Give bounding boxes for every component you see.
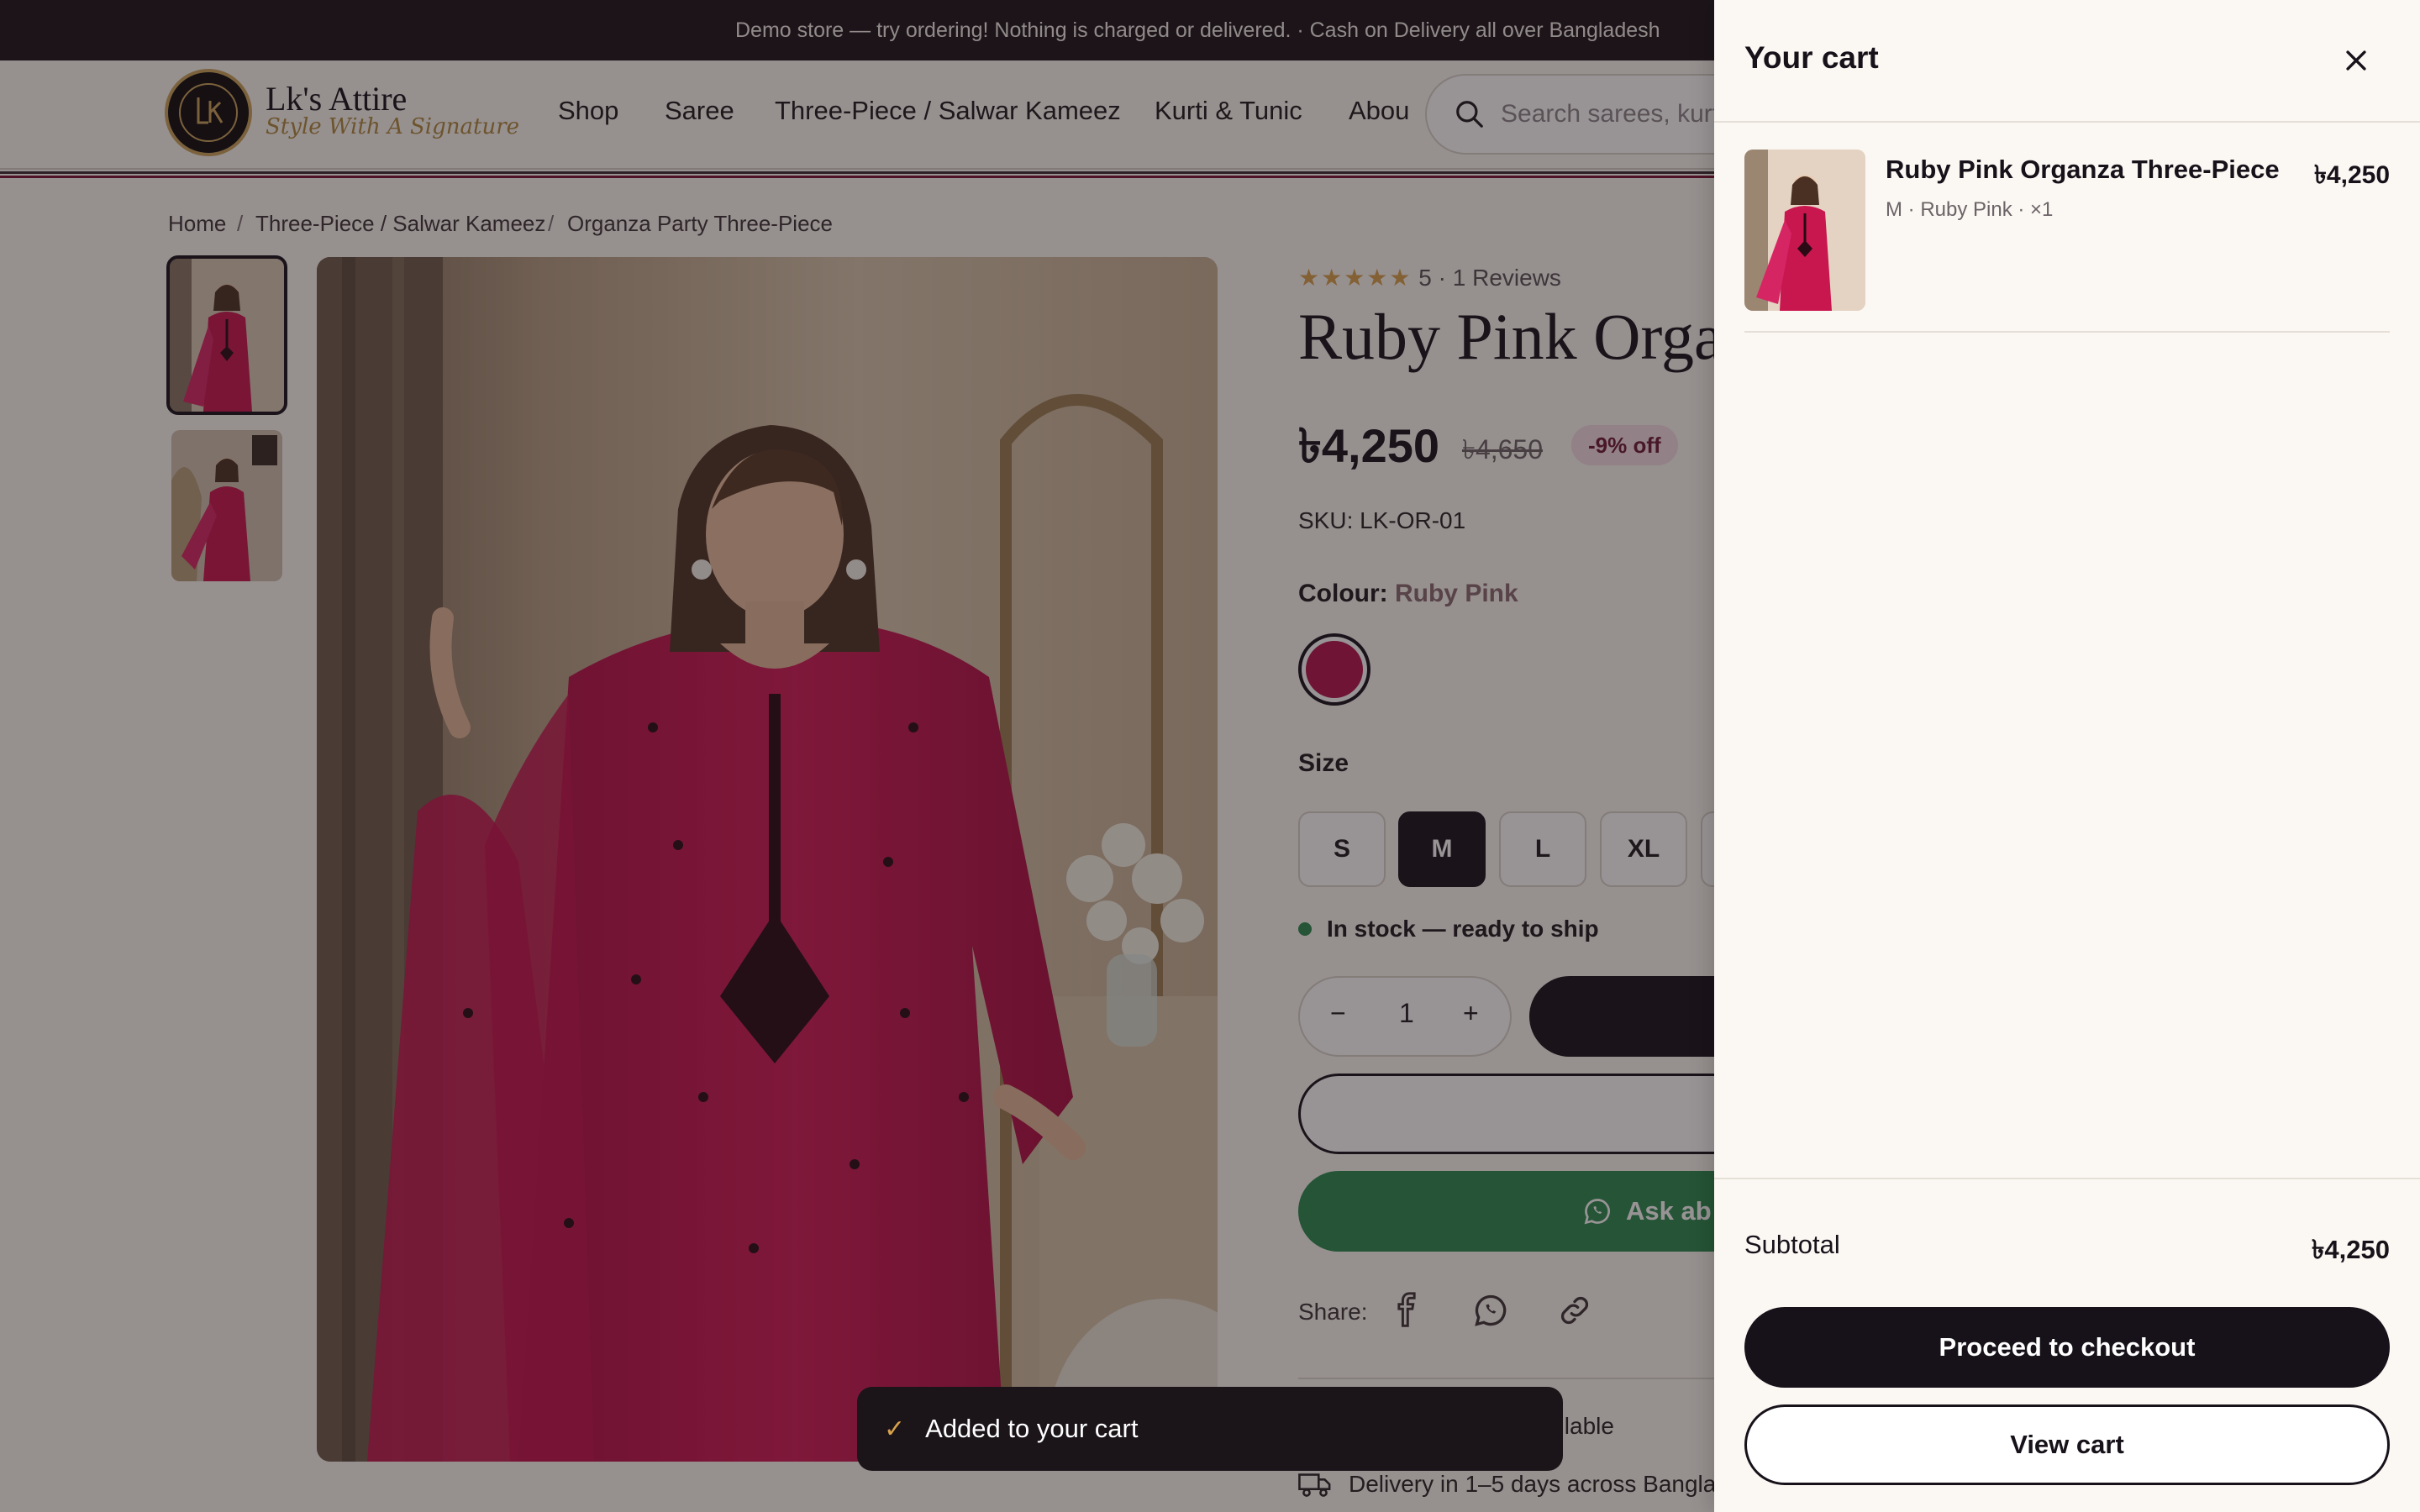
cart-header-divider <box>1714 121 2420 123</box>
cart-item-meta: M · Ruby Pink · ×1 <box>1886 198 2054 221</box>
added-to-cart-toast: ✓ Added to your cart <box>857 1387 1563 1471</box>
toast-text: Added to your cart <box>925 1414 1139 1443</box>
cart-footer-divider <box>1714 1178 2420 1179</box>
cart-item-image[interactable] <box>1744 150 1865 311</box>
cart-drawer: Your cart Ruby Pink Organza Three-Piece … <box>1714 0 2420 1512</box>
cart-item-name[interactable]: Ruby Pink Organza Three-Piece <box>1886 155 2280 185</box>
cart-backdrop-overlay[interactable] <box>0 0 1714 1512</box>
subtotal-label: Subtotal <box>1744 1230 1840 1259</box>
cart-title: Your cart <box>1744 40 1879 75</box>
close-icon <box>2346 50 2366 71</box>
cart-item-divider <box>1744 331 2390 333</box>
proceed-to-checkout-button[interactable]: Proceed to checkout <box>1744 1307 2390 1388</box>
subtotal-value: ৳4,250 <box>2311 1235 2390 1264</box>
check-icon: ✓ <box>884 1415 906 1443</box>
close-cart-button[interactable] <box>2333 37 2380 84</box>
view-cart-button[interactable]: View cart <box>1744 1404 2390 1485</box>
cart-item-price: ৳4,250 <box>2313 161 2390 189</box>
